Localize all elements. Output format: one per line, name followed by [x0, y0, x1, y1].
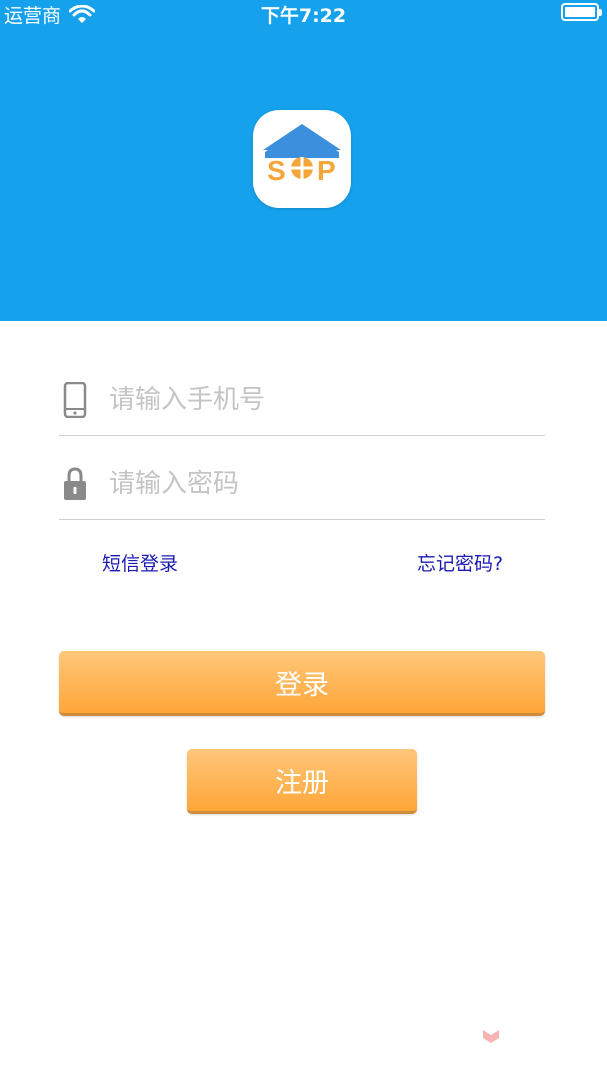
- register-button[interactable]: 注册: [187, 749, 417, 814]
- login-button[interactable]: 登录: [59, 651, 545, 716]
- forgot-password-link[interactable]: 忘记密码?: [417, 549, 503, 576]
- phone-field[interactable]: [59, 352, 545, 436]
- sms-login-link[interactable]: 短信登录: [102, 549, 178, 576]
- phone-icon: [63, 382, 87, 418]
- lock-icon: [64, 467, 86, 500]
- house-logo-icon: S P: [263, 124, 341, 186]
- battery-fill: [565, 7, 595, 17]
- phone-input[interactable]: [109, 378, 529, 422]
- password-field[interactable]: [59, 436, 545, 520]
- app-logo: S P: [253, 110, 351, 208]
- header-banner: 运营商 下午7:22 S P: [0, 0, 607, 321]
- status-bar: 运营商 下午7:22: [0, 0, 607, 27]
- password-input[interactable]: [109, 462, 529, 506]
- battery-icon: [561, 3, 602, 21]
- status-time: 下午7:22: [260, 5, 347, 27]
- watermark-icon: [483, 1030, 499, 1043]
- logo-letter-p: P: [317, 155, 336, 186]
- logo-letter-s: S: [267, 155, 286, 186]
